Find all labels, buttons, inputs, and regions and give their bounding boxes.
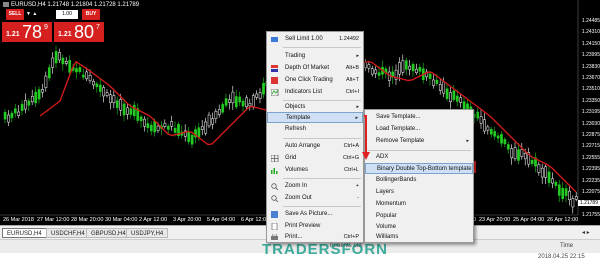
annotation-arrow — [362, 115, 370, 160]
